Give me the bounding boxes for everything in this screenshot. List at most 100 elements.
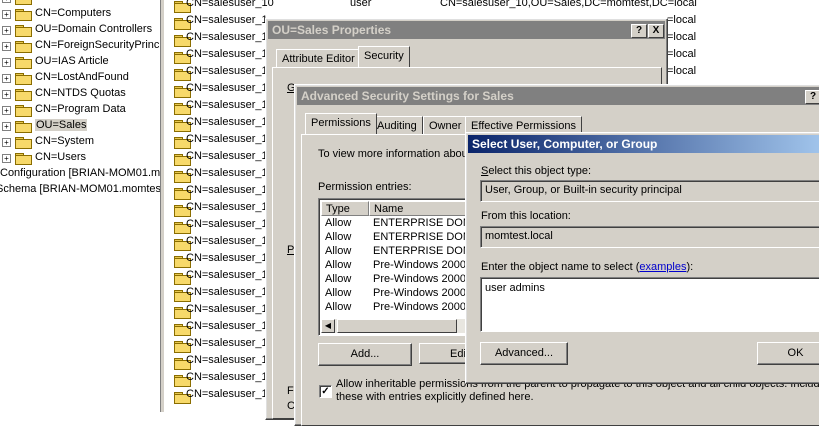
permission-name: Pre-Windows 2000 xyxy=(373,259,466,271)
tree-item[interactable]: + CN=Users xyxy=(0,150,160,166)
expand-icon[interactable]: + xyxy=(2,0,11,3)
folder-icon xyxy=(15,41,32,53)
permission-name: Pre-Windows 2000 xyxy=(373,287,466,299)
advanced-titlebar[interactable]: Advanced Security Settings for Sales ? xyxy=(297,87,819,105)
list-item-name: CN=salesuser_1 xyxy=(186,167,268,179)
location-field: momtest.local xyxy=(480,226,819,248)
select-titlebar[interactable]: Select User, Computer, or Group xyxy=(468,135,819,153)
list-item-name: CN=salesuser_1 xyxy=(186,31,268,43)
tree-item[interactable]: + CN=LostAndFound xyxy=(0,70,160,86)
object-name-label-post: ): xyxy=(686,261,694,273)
properties-titlebar[interactable]: OU=Sales Properties ? X xyxy=(268,21,665,39)
location-label-text: From this location: xyxy=(481,210,571,222)
list-item-name: CN=salesuser_1 xyxy=(186,133,268,145)
tree-item[interactable]: + OU=Sales xyxy=(0,118,160,134)
permission-type: Allow xyxy=(325,231,352,243)
list-item-name: CN=salesuser_1 xyxy=(186,388,268,400)
permission-entries-label: Permission entries: xyxy=(318,181,412,193)
tab-auditing[interactable]: Auditing xyxy=(371,116,423,135)
footer-label-fragment-f: F xyxy=(287,385,294,397)
list-item-name: CN=salesuser_1 xyxy=(186,371,268,383)
folder-icon xyxy=(15,105,32,117)
expand-icon[interactable]: + xyxy=(2,154,11,163)
close-button[interactable]: X xyxy=(648,24,664,38)
tree-root-label: Schema [BRIAN-MOM01.momtest xyxy=(0,183,160,195)
permission-entries-table[interactable]: Type Name Allow ENTERPRISE DOM Allow ENTERP… xyxy=(318,198,480,336)
object-name-input[interactable]: user admins xyxy=(480,277,819,332)
expand-icon[interactable]: + xyxy=(2,90,11,99)
list-item-name: CN=salesuser_1 xyxy=(186,116,268,128)
tree-item[interactable]: + CN=Computers xyxy=(0,6,160,22)
permission-name: Pre-Windows 2000 xyxy=(373,273,466,285)
expand-icon[interactable]: + xyxy=(2,122,11,131)
tab-permissions[interactable]: Permissions xyxy=(305,113,377,134)
location-label: From this location: xyxy=(481,210,571,222)
tree-item-label: CN=Users xyxy=(35,151,87,163)
permissions-info-text: To view more information abou xyxy=(318,148,468,160)
list-item-name: CN=salesuser_1 xyxy=(186,354,268,366)
scroll-thumb[interactable] xyxy=(337,319,457,333)
list-item-name: CN=salesuser_10 xyxy=(186,0,274,9)
tree-item-label: CN=NTDS Quotas xyxy=(35,87,126,99)
advanced-help-button[interactable]: ? xyxy=(805,90,819,104)
column-header-type[interactable]: Type xyxy=(321,201,369,216)
tree-item-label: OU=Domain Controllers xyxy=(35,23,153,35)
list-item-name: CN=salesuser_1 xyxy=(186,48,268,60)
folder-icon xyxy=(15,89,32,101)
list-item-name: CN=salesuser_1 xyxy=(186,184,268,196)
list-item-dn: =local xyxy=(667,65,697,77)
tree-root-item[interactable]: Schema [BRIAN-MOM01.momtest xyxy=(0,182,160,198)
expand-icon[interactable]: + xyxy=(2,138,11,147)
properties-title: OU=Sales Properties xyxy=(272,23,392,37)
edit-button-label: Edi xyxy=(450,348,466,360)
inherit-checkbox[interactable]: ✓ xyxy=(319,385,332,398)
list-item-name: CN=salesuser_1 xyxy=(186,82,268,94)
scroll-left-button[interactable]: ◀ xyxy=(321,319,335,333)
tree-item-label: CN=Computers xyxy=(35,7,112,19)
permission-type: Allow xyxy=(325,301,352,313)
permission-name: ENTERPRISE DOM xyxy=(373,231,473,243)
tree-item-label: CN=Builtin xyxy=(35,0,87,3)
examples-link[interactable]: examples xyxy=(639,261,686,273)
tree-item[interactable]: + OU=IAS Article xyxy=(0,54,160,70)
tab-security[interactable]: Security xyxy=(358,46,410,67)
list-item-name: CN=salesuser_1 xyxy=(186,65,268,77)
tree-root-item[interactable]: Configuration [BRIAN-MOM01.mc xyxy=(0,166,160,182)
list-item-name: CN=salesuser_1 xyxy=(186,320,268,332)
folder-icon xyxy=(15,57,32,69)
add-button[interactable]: Add... xyxy=(318,343,412,366)
permission-type: Allow xyxy=(325,259,352,271)
expand-icon[interactable]: + xyxy=(2,10,11,19)
object-type-field: User, Group, or Built-in security princi… xyxy=(480,180,819,202)
permission-type: Allow xyxy=(325,217,352,229)
expand-icon[interactable]: + xyxy=(2,58,11,67)
object-name-label-pre: Enter the object name to select ( xyxy=(481,261,640,273)
ok-button[interactable]: OK xyxy=(757,342,819,365)
tree-item[interactable]: + CN=System xyxy=(0,134,160,150)
tree-item[interactable]: + CN=ForeignSecurityPrinci xyxy=(0,38,160,54)
horizontal-scrollbar[interactable]: ◀ xyxy=(321,319,477,333)
tree-item[interactable]: + CN=Program Data xyxy=(0,102,160,118)
expand-icon[interactable]: + xyxy=(2,42,11,51)
list-item-dn: =local xyxy=(667,31,697,43)
help-button[interactable]: ? xyxy=(631,24,647,38)
expand-icon[interactable]: + xyxy=(2,26,11,35)
expand-icon[interactable]: + xyxy=(2,74,11,83)
permission-name: Pre-Windows 2000 xyxy=(373,301,466,313)
list-item-name: CN=salesuser_1 xyxy=(186,201,268,213)
tree-item[interactable]: + OU=Domain Controllers xyxy=(0,22,160,38)
column-header-name[interactable]: Name xyxy=(369,201,479,216)
tree-item-label: OU=IAS Article xyxy=(35,55,109,67)
object-type-label-text: elect this object type: xyxy=(488,165,592,177)
permission-name: ENTERPRISE DOM xyxy=(373,217,473,229)
ok-button-label: OK xyxy=(787,347,804,359)
list-item[interactable]: CN=salesuser_10 user CN=salesuser_10,OU=Sa… xyxy=(164,0,819,13)
tree-item[interactable]: + CN=NTDS Quotas xyxy=(0,86,160,102)
expand-icon[interactable]: + xyxy=(2,106,11,115)
advanced-title: Advanced Security Settings for Sales xyxy=(301,89,514,103)
advanced-button[interactable]: Advanced... xyxy=(480,342,568,365)
tab-attribute-editor[interactable]: Attribute Editor xyxy=(276,49,361,68)
list-item-name: CN=salesuser_1 xyxy=(186,252,268,264)
tree-pane: + CN=Builtin + CN=Computers + OU=Domain Contr… xyxy=(0,0,160,412)
tab-owner[interactable]: Owner xyxy=(423,116,468,135)
